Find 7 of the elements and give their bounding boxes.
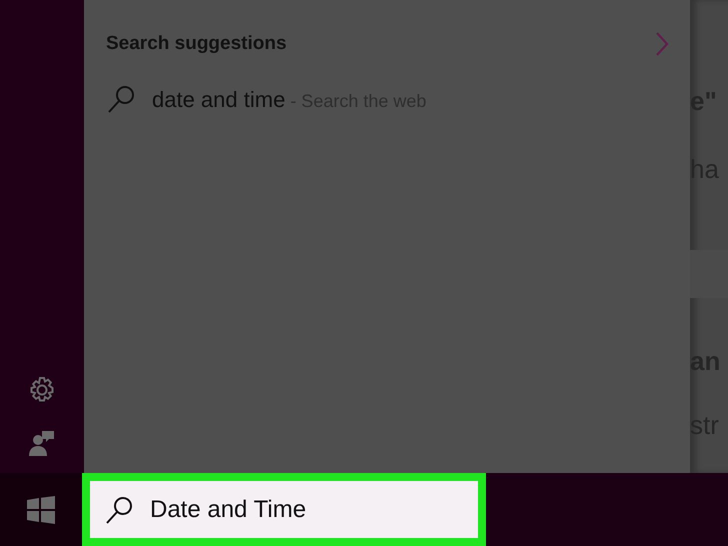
windows-logo-icon (27, 496, 55, 524)
start-button[interactable] (0, 473, 82, 546)
section-heading: Search suggestions (106, 32, 287, 56)
search-icon (104, 494, 134, 524)
search-icon (106, 84, 136, 114)
search-field[interactable]: Date and Time (82, 473, 486, 546)
person-chat-icon[interactable] (28, 429, 56, 457)
